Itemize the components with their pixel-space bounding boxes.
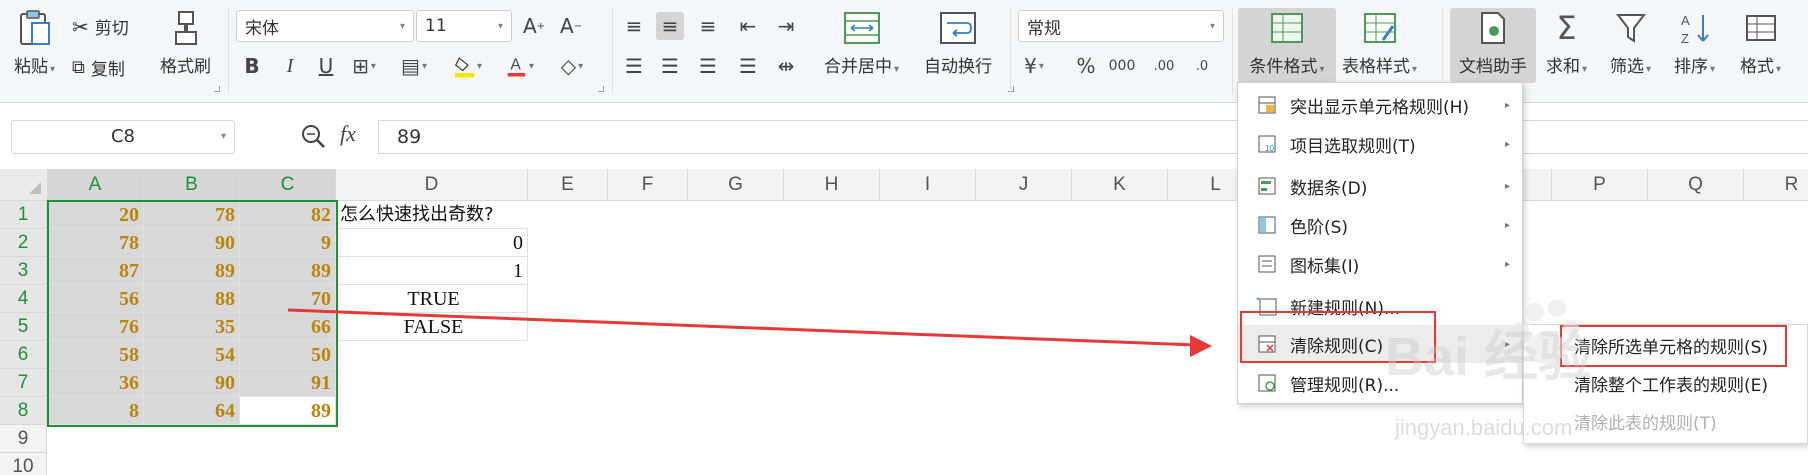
submenu-item-clear-selected[interactable]: 清除所选单元格的规则(S) (1524, 329, 1807, 367)
menu-item-icon-sets[interactable]: 图标集(I) ▸ (1238, 245, 1522, 283)
top-ten-icon: 10 (1252, 134, 1282, 154)
menu-item-color-scales[interactable]: 色阶(S) ▸ (1238, 206, 1522, 244)
clear-rules-submenu: 清除所选单元格的规则(S) 清除整个工作表的规则(E) 清除此表的规则(T) (1523, 324, 1808, 444)
svg-text:10: 10 (1265, 144, 1274, 153)
submenu-item-clear-sheet[interactable]: 清除整个工作表的规则(E) (1524, 367, 1807, 405)
spreadsheet-app: 粘贴 ▾ ✂ 剪切 ⧉ 复制 格式刷 宋体 ▾ 11 ▾ A + A − B I U ⊞ ▾ ▤… (0, 0, 1808, 475)
menu-item-label: 项目选取规则(T) (1290, 136, 1416, 157)
menu-item-top-bottom-rules[interactable]: 10 项目选取规则(T) ▸ (1238, 125, 1522, 163)
submenu-item-clear-table: 清除此表的规则(T) (1574, 414, 1717, 434)
highlight-rules-icon (1252, 95, 1282, 115)
menu-item-label: 突出显示单元格规则(H) (1290, 97, 1470, 118)
svg-text:*: * (1256, 296, 1260, 307)
clear-rules-icon (1252, 334, 1282, 354)
conditional-format-menu: 突出显示单元格规则(H) ▸ 10 项目选取规则(T) ▸ 数据条(D) ▸ 色阶(S… (1237, 82, 1523, 404)
menu-item-manage-rules[interactable]: 管理规则(R)... (1238, 364, 1522, 402)
color-scale-icon (1252, 215, 1282, 235)
menu-item-clear-rules[interactable]: 清除规则(C) ▸ (1238, 325, 1522, 363)
menu-item-highlight-rules[interactable]: 突出显示单元格规则(H) ▸ (1238, 86, 1522, 124)
menu-item-label: 管理规则(R)... (1290, 375, 1400, 396)
data-bars-icon (1252, 176, 1282, 196)
menu-item-data-bars[interactable]: 数据条(D) ▸ (1238, 167, 1522, 205)
menu-item-label: 新建规则(N)... (1290, 298, 1401, 319)
menu-item-new-rule[interactable]: * 新建规则(N)... (1238, 287, 1522, 325)
menu-item-label: 图标集(I) (1290, 256, 1360, 277)
menu-item-label: 数据条(D) (1290, 178, 1368, 199)
menu-item-label: 色阶(S) (1290, 217, 1349, 238)
manage-rules-icon (1252, 373, 1282, 393)
icon-sets-icon (1252, 254, 1282, 274)
menu-item-label: 清除规则(C) (1290, 336, 1384, 357)
new-rule-icon: * (1252, 295, 1282, 317)
